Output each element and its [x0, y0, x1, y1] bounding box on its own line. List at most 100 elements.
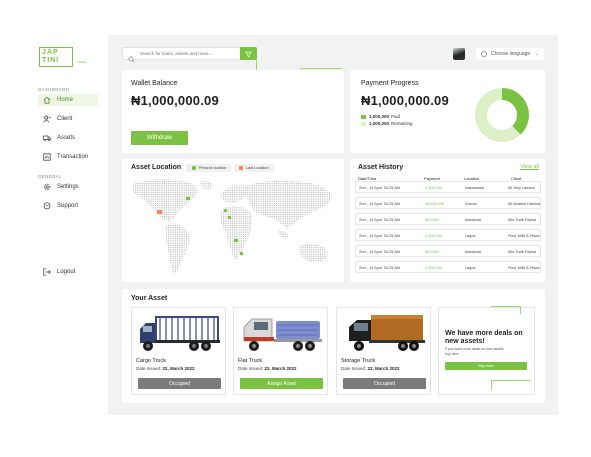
language-label: Choose language [491, 51, 531, 57]
sidebar-item-assets[interactable]: Assets [38, 132, 98, 144]
language-select[interactable]: Choose language ⌄ [476, 48, 544, 60]
legend-last-label: Last Location [246, 166, 269, 170]
asset-date: Date Issued: 22, March 2022 [341, 366, 400, 371]
filter-icon [245, 45, 252, 63]
asset-date: Date Issued: 22, March 2022 [238, 366, 297, 371]
cell-location: Nassarawa [465, 185, 484, 190]
asset-name: Cargo Truck [136, 358, 166, 364]
cargo-truck-image [140, 316, 220, 351]
chat-icon [43, 202, 51, 210]
wallet-balance-card: Wallet Balance ₦1,000,000.09 Withdraw [122, 70, 344, 153]
sidebar-item-label: Transaction [57, 154, 89, 160]
cell-location: Lagos [465, 233, 476, 238]
sidebar-item-label: Support [57, 203, 79, 209]
asset-card-storage-truck[interactable]: Storage Truck Date Issued: 22, March 202… [336, 307, 431, 395]
user-icon [43, 115, 51, 123]
paid-legend: 1,000,000 Paid [361, 114, 400, 119]
app-logo[interactable]: JAP TINI asset [39, 47, 86, 67]
table-row[interactable]: Sun - 14 April, 04:25 AM 40,000,000 Sokoto… [355, 197, 541, 209]
truck-icon [43, 134, 51, 142]
marker-present-location[interactable] [240, 252, 243, 255]
paid-amount: 1,000,000 [369, 114, 390, 119]
marker-present-location[interactable] [228, 216, 231, 219]
asset-date-value: 22, March 2022 [162, 366, 195, 371]
search-input[interactable] [140, 51, 238, 56]
sidebar-item-label: Client [57, 116, 73, 122]
table-row[interactable]: Sun - 14 April, 04:25 AM 2,500,000 Nassara… [355, 181, 541, 193]
world-map[interactable] [128, 176, 338, 278]
buy-more-button[interactable]: Buy more [445, 362, 527, 370]
your-asset-title: Your Asset [131, 295, 168, 302]
sidebar: JAP TINI asset DASHBOARD Home Client Ass… [28, 35, 108, 415]
asset-card-flat-truck[interactable]: Flat Truck Date Issued: 22, March 2022 A… [233, 307, 328, 395]
remaining-legend: 1,000,000 Remaining [361, 121, 413, 126]
marker-present-location[interactable] [224, 209, 227, 212]
cell-payment: 1,000,000 [425, 233, 442, 238]
marker-present-location[interactable] [186, 197, 190, 200]
cell-date: Sun - 14 April, 04:25 AM [359, 249, 400, 254]
cell-client: Mrs Tude Feyisa [508, 217, 537, 222]
cell-client: Mrs Tude Feyisa [508, 249, 537, 254]
asset-history-title: Asset History [358, 164, 404, 171]
table-row[interactable]: Sun - 14 April, 04:25 AM 1,000,000 Lagos Fl… [355, 261, 541, 273]
logout-icon [43, 268, 51, 276]
cell-client: Flour Mills & Plaza [508, 265, 540, 270]
asset-date-label: Date Issued: [238, 366, 264, 371]
decorative-line [300, 68, 342, 69]
marker-last-location[interactable] [157, 210, 162, 214]
cell-client: Mr Ibrahim Damisa [508, 201, 541, 206]
legend-present-label: Present location [199, 166, 227, 170]
cell-payment: 1,000,000 [425, 265, 442, 270]
withdraw-button[interactable]: Withdraw [131, 131, 188, 145]
cell-date: Sun - 14 April, 04:25 AM [359, 185, 400, 190]
storage-truck-image [349, 315, 425, 351]
chevron-down-icon: ⌄ [534, 51, 539, 57]
table-row[interactable]: Sun - 14 April, 04:25 AM 800,000 Abeokuta M… [355, 245, 541, 257]
promo-text: If you want more deals on new assets buy… [445, 347, 504, 356]
logo-line1: JAP [42, 49, 59, 56]
home-icon [43, 96, 51, 104]
avatar[interactable] [453, 48, 465, 60]
section-dashboard-label: DASHBOARD [38, 87, 70, 92]
cell-date: Sun - 14 April, 04:25 AM [359, 217, 400, 222]
sidebar-item-settings[interactable]: Settings [38, 181, 98, 193]
view-all-link[interactable]: View all [520, 164, 539, 170]
occupied-button[interactable]: Occupied [138, 378, 221, 389]
cell-location: Abeokuta [465, 217, 482, 222]
marker-present-location[interactable] [234, 239, 238, 242]
asset-date-value: 22, March 2022 [264, 366, 297, 371]
sidebar-item-transaction[interactable]: Transaction [38, 151, 98, 163]
table-row[interactable]: Sun - 14 April, 04:25 AM 800,000 Abeokuta M… [355, 213, 541, 225]
cell-date: Sun - 14 April, 04:25 AM [359, 201, 400, 206]
assign-asset-button[interactable]: Assign Asset [240, 378, 323, 389]
payment-donut-chart [475, 88, 529, 142]
globe-icon [481, 51, 487, 57]
cell-client: Flour Mills & Plaza [508, 233, 540, 238]
last-dot [239, 166, 243, 170]
cell-location: Lagos [465, 265, 476, 270]
logout-label: Logout [57, 269, 76, 275]
payment-amount: ₦1,000,000.09 [361, 93, 449, 108]
cell-payment: 2,500,000 [425, 185, 442, 190]
wallet-title: Wallet Balance [131, 80, 178, 87]
remaining-amount: 1,000,000 [369, 121, 390, 126]
filter-button[interactable] [240, 47, 257, 60]
asset-card-cargo-truck[interactable]: Cargo Truck Date Issued: 22, March 2022 … [131, 307, 226, 395]
sidebar-item-label: Assets [57, 135, 76, 141]
paid-swatch [361, 114, 366, 119]
cell-payment: 800,000 [425, 249, 439, 254]
cell-location: Abeokuta [465, 249, 482, 254]
occupied-button[interactable]: Occupied [343, 378, 426, 389]
cell-payment: 800,000 [425, 217, 439, 222]
payment-title: Payment Progress [361, 80, 419, 87]
cell-location: Sokoto [465, 201, 477, 206]
sidebar-item-support[interactable]: Support [38, 200, 98, 212]
sidebar-item-client[interactable]: Client [38, 113, 98, 125]
table-row[interactable]: Sun - 14 April, 04:25 AM 1,000,000 Lagos Fl… [355, 229, 541, 241]
asset-name: Flat Truck [238, 358, 263, 364]
asset-date-label: Date Issued: [341, 366, 367, 371]
sidebar-item-home[interactable]: Home [38, 94, 98, 106]
logout-button[interactable]: Logout [38, 266, 98, 278]
asset-date-value: 22, March 2022 [367, 366, 400, 371]
asset-date-label: Date Issued: [136, 366, 162, 371]
